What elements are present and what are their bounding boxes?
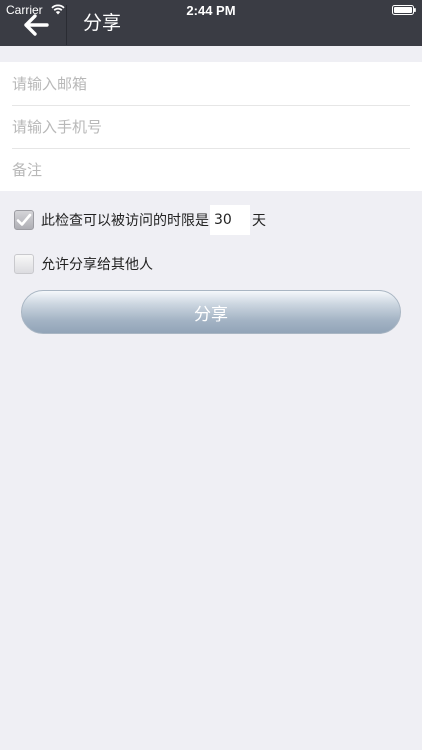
share-button[interactable]: 分享 [21, 290, 401, 334]
note-input[interactable] [12, 148, 410, 191]
access-limit-row: 此检查可以被访问的时限是 天 [14, 205, 266, 235]
battery-icon [392, 5, 416, 15]
share-form [0, 62, 422, 191]
email-field-row [12, 62, 410, 106]
email-input[interactable] [12, 62, 410, 105]
phone-field-row [12, 105, 410, 149]
allow-share-checkbox[interactable] [14, 254, 34, 274]
nav-divider [66, 5, 67, 45]
days-input[interactable] [210, 205, 250, 235]
phone-input[interactable] [12, 105, 410, 148]
back-arrow-icon [24, 14, 49, 36]
page-title: 分享 [83, 12, 122, 34]
status-bar: Carrier 2:44 PM [0, 0, 422, 20]
allow-share-row: 允许分享给其他人 [14, 252, 153, 276]
checkmark-icon [16, 213, 32, 226]
allow-share-label: 允许分享给其他人 [41, 257, 153, 273]
navigation-bar: 分享 [0, 5, 422, 46]
access-limit-label: 此检查可以被访问的时限是 [41, 213, 209, 229]
note-field-row [12, 148, 410, 191]
back-button[interactable] [12, 5, 60, 45]
days-unit-label: 天 [252, 213, 266, 229]
status-time: 2:44 PM [186, 3, 236, 18]
access-limit-checkbox[interactable] [14, 210, 34, 230]
